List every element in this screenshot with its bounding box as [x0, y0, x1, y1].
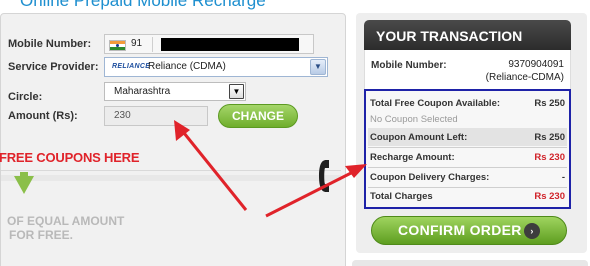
chevron-down-icon[interactable]: ▼	[310, 59, 326, 75]
amount-value: 230	[114, 110, 131, 121]
summary-label: Total Charges	[370, 191, 433, 202]
equal-amount-text: OF EQUAL AMOUNT FOR FREE.	[7, 214, 124, 242]
free-coupons-heading: FREE COUPONS HERE	[0, 150, 140, 165]
service-provider-value: Reliance (CDMA)	[148, 61, 226, 72]
field-divider	[152, 37, 153, 52]
summary-value: -	[561, 172, 565, 183]
india-flag-icon	[109, 40, 126, 51]
mobile-number-field[interactable]: 91	[104, 34, 314, 54]
summary-row: Recharge Amount: Rs 230	[368, 148, 567, 166]
amount-input[interactable]: 230	[104, 106, 208, 126]
service-provider-label: Service Provider:	[8, 61, 99, 73]
arrow-down-icon	[14, 172, 34, 194]
mobile-number-input[interactable]	[161, 38, 299, 51]
circle-select[interactable]: Maharashtra ▼	[104, 82, 246, 101]
confirm-order-button[interactable]: CONFIRM ORDER ›	[371, 216, 567, 245]
confirm-order-label: CONFIRM ORDER	[398, 222, 522, 238]
phone-icon	[319, 160, 329, 192]
caret-down-icon[interactable]: ▼	[229, 84, 244, 99]
summary-value: Rs 250	[534, 98, 565, 109]
service-provider-select[interactable]: RELIANCE Reliance (CDMA) ▼	[104, 57, 328, 77]
summary-label: Recharge Amount:	[370, 152, 455, 163]
panel-bottom	[352, 260, 588, 266]
chevron-right-icon: ›	[524, 223, 540, 239]
page-title: Online Prepaid Mobile Recharge	[20, 0, 266, 10]
mobile-number-label: Mobile Number:	[8, 38, 92, 50]
divider	[1, 170, 341, 171]
transaction-provider: (Reliance-CDMA)	[485, 72, 564, 83]
amount-label: Amount (Rs):	[8, 110, 78, 122]
summary-label: Coupon Amount Left:	[370, 132, 468, 143]
transaction-mobile-box: Mobile Number: 9370904091 (Reliance-CDMA…	[364, 50, 571, 90]
summary-value: Rs 230	[534, 152, 565, 163]
summary-value: Rs 250	[534, 132, 565, 143]
change-button[interactable]: CHANGE	[218, 104, 298, 128]
recharge-form-panel: Mobile Number: 91 Service Provider: RELI…	[0, 13, 346, 266]
transaction-header: YOUR TRANSACTION	[364, 20, 571, 50]
summary-row: Coupon Amount Left: Rs 250	[368, 128, 567, 146]
summary-row: Coupon Delivery Charges: -	[368, 168, 567, 186]
amount-row: Amount (Rs): 230 CHANGE	[1, 104, 333, 128]
summary-row: Total Charges Rs 230	[368, 187, 567, 205]
circle-value: Maharashtra	[114, 86, 171, 97]
transaction-summary: Total Free Coupon Available: Rs 250 No C…	[364, 89, 571, 209]
summary-row: No Coupon Selected	[368, 110, 567, 128]
circle-label: Circle:	[8, 91, 43, 103]
transaction-mobile-label: Mobile Number:	[371, 60, 447, 71]
mobile-number-row: Mobile Number: 91	[1, 34, 333, 56]
circle-row: Circle: Maharashtra ▼	[1, 82, 333, 104]
divider-band	[1, 175, 341, 181]
summary-label: No Coupon Selected	[370, 114, 458, 125]
provider-logo: RELIANCE	[112, 63, 151, 70]
summary-label: Coupon Delivery Charges:	[370, 172, 490, 183]
equal-amount-line-2: FOR FREE.	[9, 228, 74, 242]
summary-label: Total Free Coupon Available:	[370, 98, 501, 109]
country-code: 91	[131, 38, 143, 49]
summary-value: Rs 230	[534, 191, 565, 202]
transaction-mobile-value: 9370904091	[508, 59, 564, 70]
equal-amount-line-1: OF EQUAL AMOUNT	[7, 214, 125, 228]
service-provider-row: Service Provider: RELIANCE Reliance (CDM…	[1, 57, 333, 79]
